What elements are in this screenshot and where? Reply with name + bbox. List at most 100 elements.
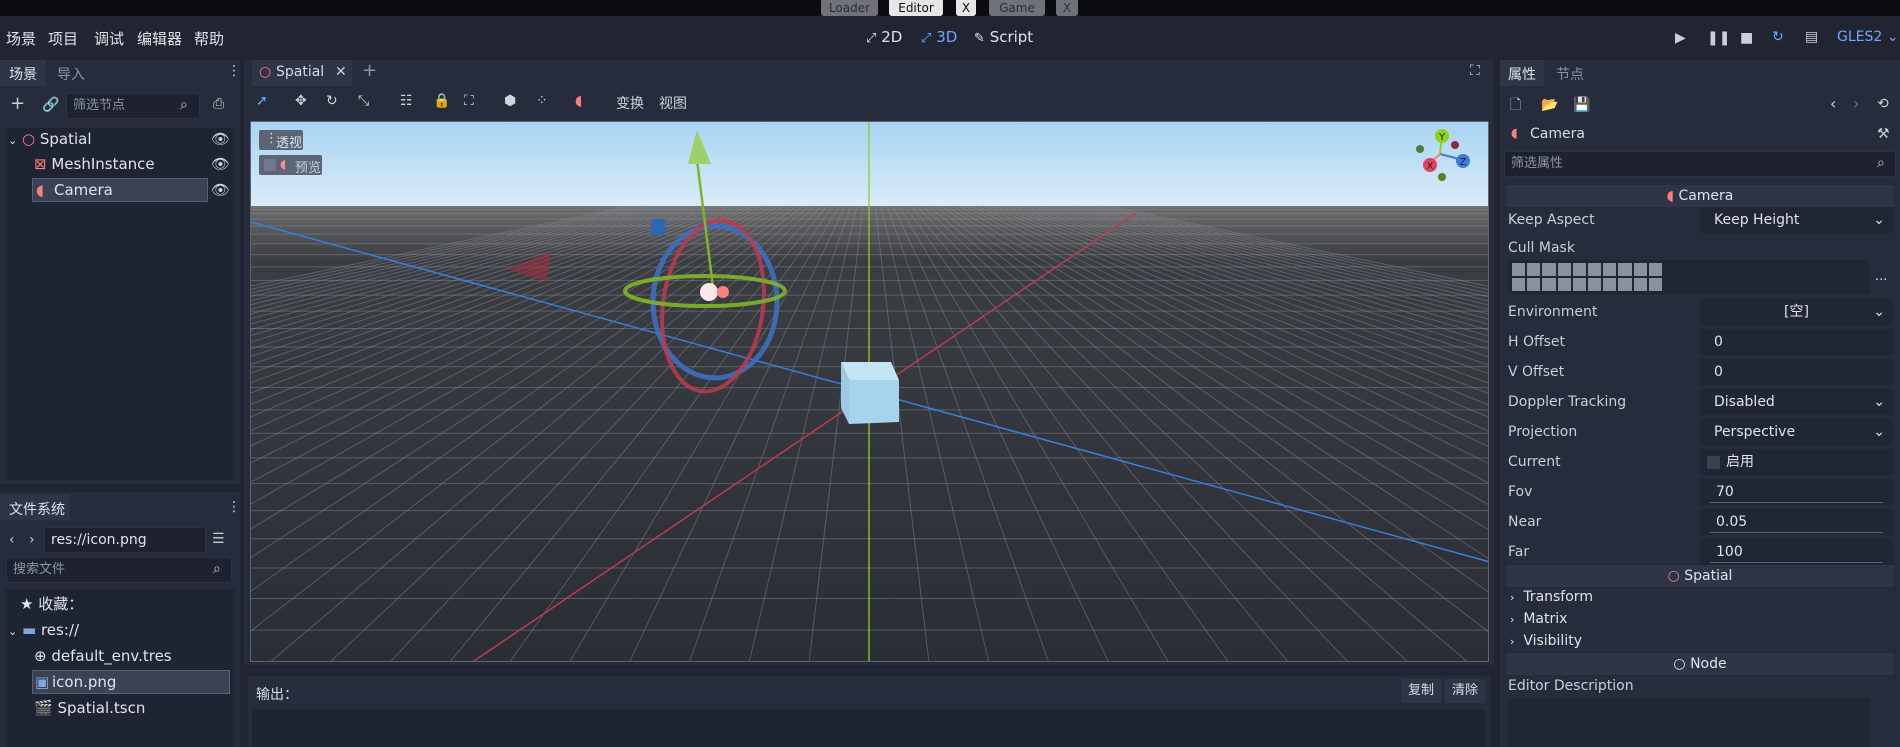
cull-mask-bit[interactable] [1633, 263, 1647, 276]
menu-help[interactable]: 帮助 [194, 28, 224, 49]
tree-node-spatial[interactable]: ⌄ ○ Spatial 👁 [8, 127, 230, 151]
list-select-icon[interactable]: ☷ [400, 93, 413, 109]
play-scene-icon[interactable]: ↻ [1772, 30, 1784, 44]
prop-h-offset-input[interactable]: 0 [1700, 329, 1893, 355]
path-input[interactable]: res://icon.png [44, 527, 206, 553]
menu-editor[interactable]: 编辑器 [137, 28, 182, 49]
add-tab-icon[interactable]: + [362, 62, 377, 80]
preview-toggle[interactable]: ◖ 预览 [259, 155, 322, 176]
tab-node[interactable]: 节点 [1556, 64, 1584, 84]
tools-icon[interactable]: ⚒ [1877, 127, 1890, 141]
visibility-eye-icon[interactable]: 👁 [211, 178, 230, 202]
snap-icon[interactable]: ⁘ [536, 93, 548, 109]
cull-mask-bit[interactable] [1572, 263, 1586, 276]
visibility-eye-icon[interactable]: 👁 [211, 152, 230, 176]
history-forward-icon[interactable]: › [1853, 96, 1859, 112]
cull-mask-bit[interactable] [1587, 278, 1602, 291]
camera-section-header[interactable]: ◖ Camera [1506, 185, 1894, 207]
cull-mask-bit[interactable] [1572, 278, 1586, 291]
tree-node-meshinstance[interactable]: ⊠ MeshInstance 👁 [8, 152, 230, 176]
cull-mask-more-button[interactable]: ... [1875, 269, 1887, 284]
tab-inspector[interactable]: 属性 [1508, 64, 1536, 84]
tab-scene[interactable]: 场景 [9, 64, 37, 84]
cull-mask-bit[interactable] [1648, 263, 1662, 276]
new-resource-icon[interactable]: 🗋 [1510, 98, 1521, 112]
add-node-icon[interactable]: + [10, 95, 25, 113]
prop-projection-dropdown[interactable]: Perspective ⌄ [1700, 419, 1893, 445]
rotate-tool-icon[interactable]: ↻ [326, 93, 338, 109]
group-icon[interactable]: ⛶ [464, 93, 474, 109]
menu-project[interactable]: 项目 [48, 28, 78, 49]
local-space-icon[interactable]: ⬢ [504, 93, 516, 109]
menu-debug[interactable]: 调试 [94, 28, 124, 49]
spatial-section-header[interactable]: ○ Spatial [1506, 565, 1894, 587]
cull-mask-bit[interactable] [1557, 263, 1571, 276]
menu-scene[interactable]: 场景 [6, 28, 36, 49]
history-icon[interactable]: ⟲ [1877, 97, 1889, 111]
scale-tool-icon[interactable]: ⤡ [358, 93, 369, 109]
fullscreen-icon[interactable]: ⛶ [1470, 64, 1480, 78]
add-script-icon[interactable]: ⎙ [213, 97, 224, 111]
stop-icon[interactable]: ■ [1740, 31, 1753, 45]
view-menu[interactable]: 视图 [659, 93, 687, 113]
file-icon-png[interactable]: ▣ icon.png [8, 670, 230, 694]
history-back-icon[interactable]: ‹ [1830, 96, 1836, 112]
mode-script-button[interactable]: ✎ Script [974, 28, 1033, 46]
prop-environment-dropdown[interactable]: [空] ⌄ [1700, 299, 1893, 325]
renderer-select[interactable]: GLES2 ⌄ [1837, 29, 1898, 45]
open-folder-icon[interactable]: 📂 [1541, 98, 1558, 112]
mode-2d-button[interactable]: ⤢ 2D [866, 28, 902, 46]
close-icon[interactable]: ✕ [335, 65, 347, 79]
favorites-row[interactable]: ★ 收藏： [8, 592, 230, 616]
camera-icon[interactable]: ◖ [575, 93, 582, 109]
cull-mask-bit[interactable] [1557, 278, 1571, 291]
tab-loader[interactable]: Loader [821, 0, 878, 16]
mode-3d-button[interactable]: ⤢ 3D [921, 28, 957, 46]
move-tool-icon[interactable]: ✥ [295, 93, 307, 109]
editor-description-field[interactable] [1508, 698, 1870, 747]
cull-mask-bit[interactable] [1542, 278, 1556, 291]
prop-doppler-dropdown[interactable]: Disabled ⌄ [1700, 389, 1893, 415]
prop-far-slider[interactable]: 100 [1700, 539, 1893, 565]
tree-node-camera[interactable]: ◖ Camera 👁 [8, 178, 230, 202]
copy-button[interactable]: 复制 [1401, 679, 1441, 703]
axis-gizmo[interactable]: Y Z X [1406, 124, 1486, 184]
cull-mask-bit[interactable] [1618, 278, 1632, 291]
group-visibility[interactable]: › Visibility [1510, 633, 1582, 649]
prop-near-slider[interactable]: 0.05 [1700, 509, 1893, 535]
viewport-3d[interactable]: ⋮ 透视 ◖ 预览 Y Z X [250, 121, 1489, 662]
cull-mask-bit[interactable] [1648, 278, 1662, 291]
cull-mask-grid[interactable] [1512, 263, 1662, 291]
cull-mask-bit[interactable] [1512, 278, 1526, 291]
cull-mask-bit[interactable] [1587, 263, 1602, 276]
cull-mask-bit[interactable] [1512, 263, 1526, 276]
tab-game[interactable]: Game [989, 0, 1045, 16]
cull-mask-bit[interactable] [1603, 263, 1617, 276]
cull-mask-bit[interactable] [1542, 263, 1556, 276]
output-log[interactable] [252, 709, 1486, 747]
folder-res[interactable]: ⌄ ▬ res:// [8, 618, 230, 642]
visibility-eye-icon[interactable]: 👁 [211, 127, 230, 151]
clear-button[interactable]: 清除 [1445, 679, 1485, 703]
play-icon[interactable]: ▶ [1675, 31, 1686, 45]
node-section-header[interactable]: ○ Node [1506, 653, 1894, 675]
cull-mask-bit[interactable] [1527, 278, 1541, 291]
save-icon[interactable]: 💾 [1573, 98, 1590, 112]
dock-menu-icon[interactable]: ⋮ [227, 64, 241, 78]
property-filter-input[interactable]: 筛选属性 [1504, 151, 1896, 177]
file-search-input[interactable]: 搜索文件 [6, 557, 232, 583]
cull-mask-bit[interactable] [1527, 263, 1541, 276]
tab-filesystem[interactable]: 文件系统 [9, 499, 65, 519]
select-tool-icon[interactable]: ➚ [256, 93, 268, 109]
prop-current-checkbox[interactable]: 启用 [1700, 449, 1893, 475]
tab-import[interactable]: 导入 [57, 64, 85, 84]
file-default-env[interactable]: ⊕ default_env.tres [8, 644, 230, 668]
group-transform[interactable]: › Transform [1510, 589, 1593, 605]
preview-checkbox[interactable] [264, 159, 276, 171]
split-view-icon[interactable]: ☰ [212, 532, 225, 546]
prop-v-offset-input[interactable]: 0 [1700, 359, 1893, 385]
pause-icon[interactable]: ❚❚ [1707, 31, 1730, 45]
dock-menu-icon[interactable]: ⋮ [227, 500, 241, 514]
movie-clapper-icon[interactable]: ▤ [1805, 30, 1818, 44]
forward-icon[interactable]: › [29, 533, 35, 547]
